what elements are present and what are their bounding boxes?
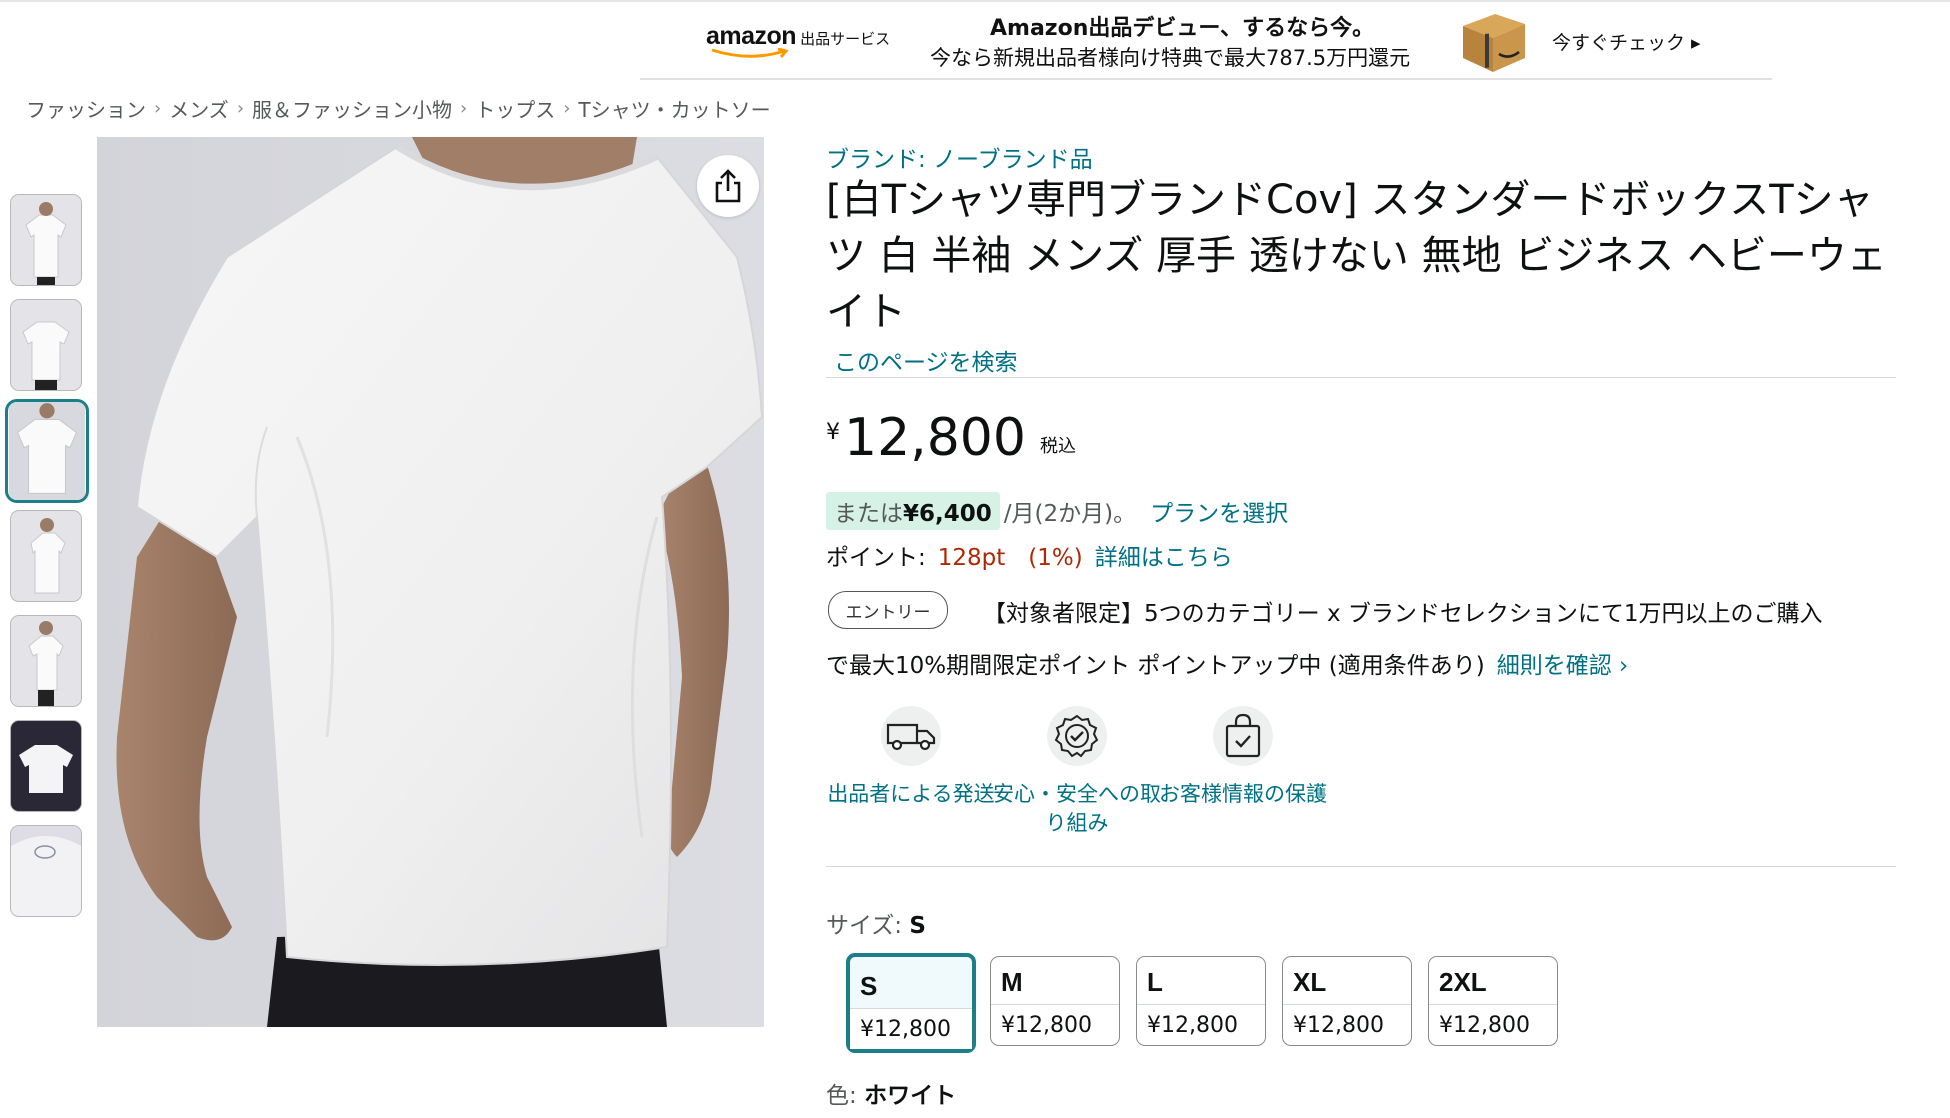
banner-subline: 今なら新規出品者様向け特典で最大787.5万円還元 [930, 46, 1411, 70]
promotion-text-line2: で最大10%期間限定ポイント ポイントアップ中 (適用条件あり) 細則を確認 › [826, 653, 1629, 679]
size-label: サイズ: S [826, 913, 926, 939]
gallery-thumbnail-selected[interactable] [5, 399, 89, 503]
size-option-s[interactable]: S ¥12,800 [846, 953, 976, 1053]
breadcrumb-separator: › [154, 98, 162, 119]
gallery-thumbnail[interactable] [10, 194, 82, 286]
promotion-terms-link[interactable]: 細則を確認 › [1497, 653, 1629, 679]
promotion-text-line1: 【対象者限定】5つのカテゴリー x ブランドセレクションにて1万円以上のご購入 [983, 601, 1823, 627]
amazon-seller-logo: amazon 出品サービス [706, 22, 890, 58]
breadcrumb-separator: › [563, 98, 571, 119]
breadcrumb-item[interactable]: メンズ [169, 94, 229, 123]
breadcrumb-separator: › [236, 98, 245, 119]
shipping-box-icon [1463, 14, 1525, 72]
points-label: ポイント: [826, 545, 926, 571]
gallery-thumbnail[interactable] [10, 825, 82, 917]
installment-badge: または¥6,400 [826, 492, 1000, 530]
entry-button[interactable]: エントリー [828, 591, 948, 629]
size-option-m[interactable]: M ¥12,800 [990, 956, 1120, 1046]
divider [826, 377, 1896, 378]
seller-promo-banner[interactable]: amazon 出品サービス Amazon出品デビュー、するなら今。 今なら新規出品… [640, 6, 1772, 78]
feature-privacy[interactable]: お客様情報の保護 [1158, 706, 1328, 809]
breadcrumb-item[interactable]: ファッション [26, 94, 146, 123]
secure-bag-icon [1213, 706, 1273, 766]
share-button[interactable] [697, 155, 759, 217]
feature-seller-shipping[interactable]: 出品者による発送 [826, 706, 996, 809]
top-border [0, 0, 1950, 2]
breadcrumb-item[interactable]: トップス [475, 94, 555, 123]
delivery-truck-icon [881, 706, 941, 766]
feature-safety[interactable]: 安心・安全への取り組み [992, 706, 1162, 838]
banner-cta-link[interactable]: 今すぐチェック ▸ [1552, 28, 1701, 55]
price-currency: ¥ [826, 420, 840, 445]
banner-divider [640, 78, 1772, 80]
gallery-thumbnail[interactable] [10, 299, 82, 391]
breadcrumb: ファッション › メンズ › 服＆ファッション小物 › トップス › Tシャツ・… [26, 94, 771, 123]
installment-term: /月(2か月)。 [1003, 501, 1137, 527]
amazon-smile-icon [711, 48, 789, 58]
color-label: 色: ホワイト [826, 1083, 957, 1109]
price-tax-note: 税込 [1039, 436, 1076, 457]
gallery-thumbnail[interactable] [10, 510, 82, 602]
banner-headline: Amazon出品デビュー、するなら今。 [990, 16, 1375, 41]
gallery-thumbnail[interactable] [10, 615, 82, 707]
gallery-thumbnail[interactable] [10, 720, 82, 812]
share-icon [715, 169, 741, 203]
installment-row: または¥6,400 /月(2か月)。 プランを選択 [826, 492, 1288, 530]
divider [826, 866, 1896, 867]
breadcrumb-item[interactable]: Tシャツ・カットソー [578, 94, 770, 123]
search-this-page-link[interactable]: このページを検索 [834, 343, 1018, 377]
brand-link[interactable]: ブランド: ノーブランド品 [826, 140, 1093, 174]
points-value: 128pt (1%) [937, 545, 1083, 571]
size-option-xl[interactable]: XL ¥12,800 [1282, 956, 1412, 1046]
size-option-l[interactable]: L ¥12,800 [1136, 956, 1266, 1046]
price-value: 12,800 [844, 408, 1026, 468]
product-title: [白Tシャツ専門ブランドCov] スタンダードボックスTシャツ 白 半袖 メンズ… [826, 177, 1887, 335]
select-plan-link[interactable]: プランを選択 [1150, 494, 1288, 528]
size-option-2xl[interactable]: 2XL ¥12,800 [1428, 956, 1558, 1046]
safety-badge-icon [1047, 706, 1107, 766]
breadcrumb-separator: › [460, 98, 468, 119]
breadcrumb-item[interactable]: 服＆ファッション小物 [252, 94, 452, 123]
points-row: ポイント: 128pt (1%) 詳細はこちら [826, 538, 1233, 572]
points-details-link[interactable]: 詳細はこちら [1095, 538, 1233, 572]
price-block: ¥ 12,800 税込 [826, 406, 1076, 470]
main-product-image[interactable] [97, 137, 764, 1027]
